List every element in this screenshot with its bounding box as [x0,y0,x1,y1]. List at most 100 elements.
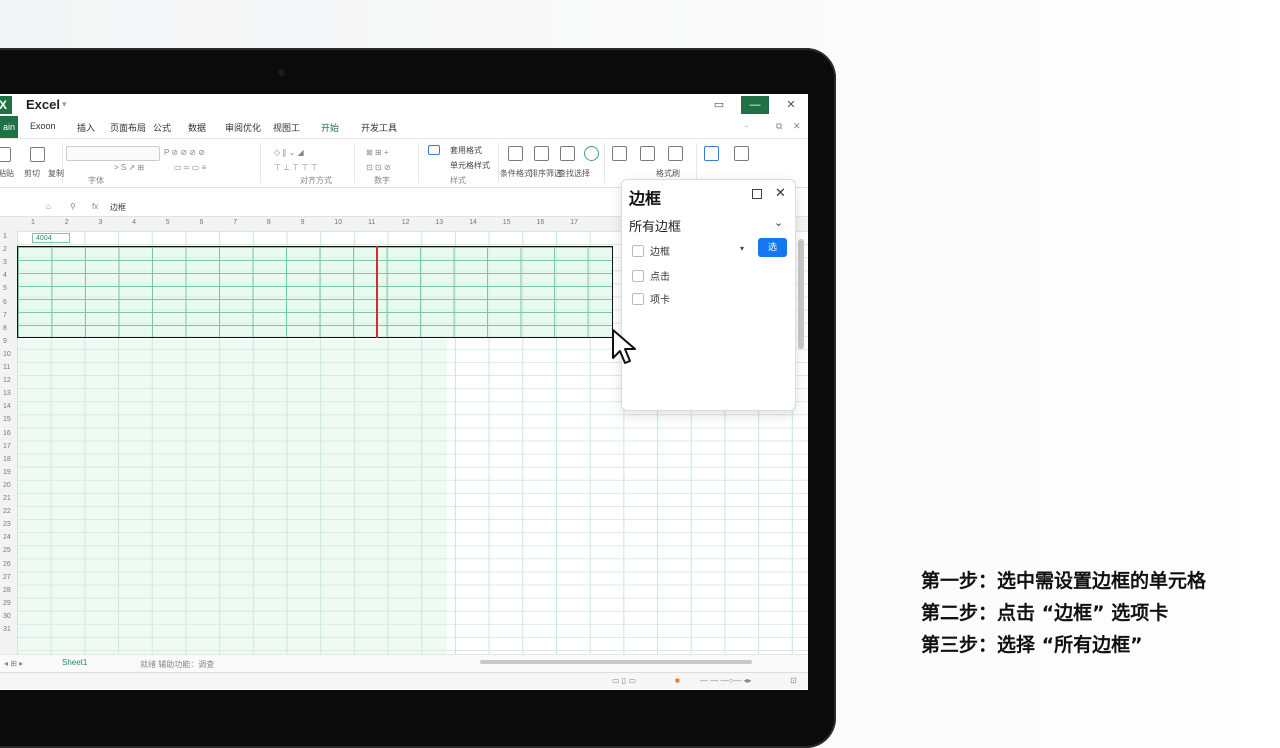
selected-range[interactable] [17,246,613,338]
row-label[interactable]: 28 [3,587,11,594]
column-label[interactable]: 10 [334,219,342,226]
minimize-button[interactable]: — [741,96,769,114]
tab-home[interactable]: Exoon [30,121,56,131]
cell-a1[interactable]: 4004 [32,233,70,243]
row-label[interactable]: 16 [3,430,11,437]
row-label[interactable]: 30 [3,613,11,620]
row-label[interactable]: 1 [3,233,7,240]
close-icon[interactable]: ✕ [775,185,786,201]
row-label[interactable]: 7 [3,312,7,319]
cell-style-label[interactable]: 单元格样式 [450,160,490,171]
row-label[interactable]: 4 [3,272,7,279]
close-window-button[interactable]: ✕ [784,96,798,114]
format-painter-icon[interactable] [584,146,599,161]
row-label[interactable]: 27 [3,574,11,581]
row-label[interactable]: 24 [3,534,11,541]
bold-icon[interactable]: > S ↗ ⊞ [114,163,144,172]
tab-checkbox[interactable] [632,293,644,305]
row-label[interactable]: 5 [3,285,7,292]
tab-start[interactable]: 开始 [321,121,339,134]
tab-developer[interactable]: 开发工具 [361,121,397,134]
addin-icon[interactable] [704,146,719,161]
row-label[interactable]: 13 [3,390,11,397]
row-label[interactable]: 26 [3,561,11,568]
border-type-select[interactable]: 所有边框 [629,216,681,235]
row-label[interactable]: 22 [3,508,11,515]
view-mode-icons[interactable]: ▭ ▯ ▭ [612,676,636,685]
title-dropdown-caret[interactable]: ▾ [62,99,67,110]
column-label[interactable]: 15 [503,219,511,226]
paste-icon[interactable] [0,147,11,162]
horizontal-scrollbar[interactable] [480,660,752,664]
sort-filter-icon[interactable] [534,146,549,161]
indent-icons[interactable]: ⊤ ⊥ ⊤ ⊤ ⊤ [274,163,318,172]
sheet-tab[interactable]: Sheet1 [62,658,87,667]
cancel-icon[interactable]: ⌂ [46,202,51,211]
column-label[interactable]: 12 [402,219,410,226]
name-box[interactable]: 边框 [110,202,172,214]
align-icons[interactable]: ◇ ∥ ⌄ ◢ [274,148,304,157]
column-label[interactable]: 9 [301,219,305,226]
table-style-icon[interactable] [428,145,440,155]
ribbon-close-icon[interactable]: ✕ [793,121,801,132]
row-label[interactable]: 31 [3,626,11,633]
row-label[interactable]: 17 [3,443,11,450]
delete-cells-icon[interactable] [640,146,655,161]
tab-page-layout[interactable]: 页面布局 [110,121,146,134]
border-checkbox[interactable] [632,245,644,257]
sheet-nav-icons[interactable]: ◂ ⊞ ▸ [4,659,23,668]
row-label[interactable]: 10 [3,351,11,358]
click-checkbox[interactable] [632,270,644,282]
column-label[interactable]: 11 [368,219,375,226]
row-label[interactable]: 2 [3,246,7,253]
option-dropdown-icon[interactable]: ▾ [740,244,744,253]
row-label[interactable]: 23 [3,521,11,528]
apply-button[interactable]: 选 [758,238,787,257]
column-label[interactable]: 4 [132,219,136,226]
vertical-scrollbar[interactable] [798,239,804,349]
row-label[interactable]: 19 [3,469,11,476]
column-label[interactable]: 2 [65,219,69,226]
column-label[interactable]: 17 [570,219,578,226]
row-label[interactable]: 3 [3,259,7,266]
column-label[interactable]: 8 [267,219,271,226]
tab-review[interactable]: 审阅优化 [225,121,261,134]
row-label[interactable]: 12 [3,377,11,384]
percent-icons[interactable]: ⊡ ⊡ ⊘ [366,163,391,172]
insert-cells-icon[interactable] [612,146,627,161]
font-name-select[interactable] [66,146,160,161]
number-format-icons[interactable]: ⊠ ⊞ + [366,148,389,157]
row-label[interactable]: 6 [3,299,7,306]
restore-button[interactable]: ▭ [712,96,726,114]
chevron-down-icon[interactable]: ⌄ [774,216,783,229]
tab-data[interactable]: 数据 [188,121,206,134]
row-label[interactable]: 25 [3,547,11,554]
row-label[interactable]: 20 [3,482,11,489]
fit-icon[interactable]: ⊡ [790,676,797,685]
tab-insert[interactable]: 插入 [77,121,95,134]
row-label[interactable]: 9 [3,338,7,345]
conditional-format-icon[interactable] [508,146,523,161]
share-icon[interactable] [734,146,749,161]
font-color-icon[interactable]: P ⊘ ⊘ ⊘ ⊘ [164,148,205,157]
row-label[interactable]: 11 [3,364,10,371]
page-view-icon[interactable]: ■ [675,676,680,685]
cut-icon[interactable] [30,147,45,162]
column-label[interactable]: 16 [537,219,545,226]
row-label[interactable]: 15 [3,416,11,423]
column-label[interactable]: 5 [166,219,170,226]
tab-view[interactable]: 视图工 [273,121,300,134]
ribbon-collapse-icon[interactable]: - [745,121,748,131]
find-select-icon[interactable] [560,146,575,161]
format-cells-icon[interactable] [668,146,683,161]
column-label[interactable]: 3 [98,219,102,226]
search-icon[interactable]: ⚲ [70,202,76,211]
column-label[interactable]: 7 [233,219,237,226]
ribbon-restore-icon[interactable]: ⧉ [776,121,782,132]
column-label[interactable]: 6 [200,219,204,226]
row-label[interactable]: 29 [3,600,11,607]
tab-formulas[interactable]: 公式 [153,121,171,134]
apply-format-label[interactable]: 套用格式 [450,145,482,156]
row-label[interactable]: 14 [3,403,11,410]
row-label[interactable]: 18 [3,456,11,463]
